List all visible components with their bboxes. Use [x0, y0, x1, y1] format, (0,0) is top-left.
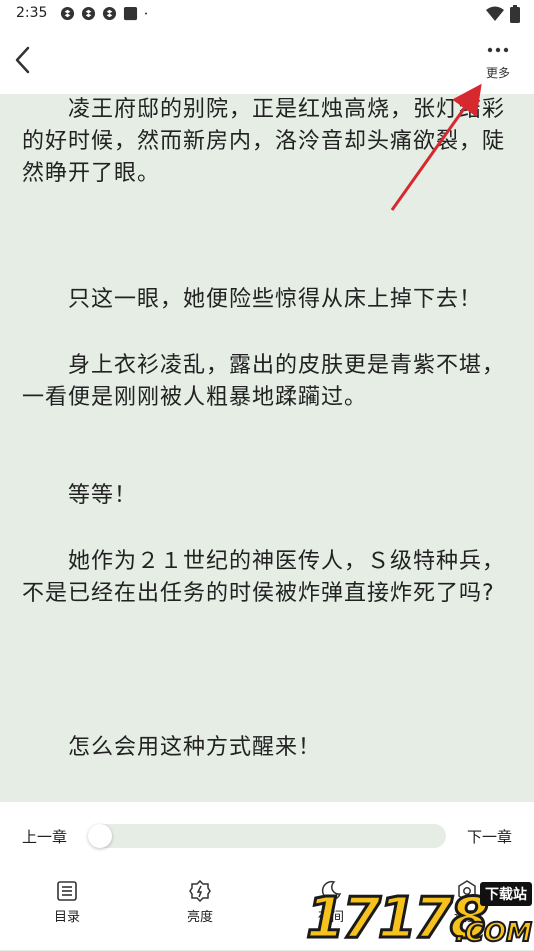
- status-bar: 2:35: [0, 0, 534, 28]
- reader-toolbar: 更多: [0, 28, 534, 94]
- paragraph: 凌王府邸的别院，正是红烛高烧，张灯结彩的好时候，然而新房内，洛泠音却头痛欲裂，陡…: [22, 97, 506, 186]
- watermark-badge: 下载站: [480, 882, 532, 906]
- chevron-left-icon: [15, 46, 30, 74]
- watermark-suffix: .COM: [454, 917, 533, 949]
- battery-icon: [510, 5, 520, 23]
- chapter-progress-slider[interactable]: [88, 824, 446, 848]
- watermark-logo: 17178 下载站 .COM: [305, 878, 533, 951]
- wifi-icon: [486, 6, 504, 21]
- brightness-icon: [189, 880, 211, 902]
- sync-icon: [102, 6, 117, 21]
- status-system-icons: [486, 5, 520, 23]
- paragraph: 她作为２１世纪的神医传人，Ｓ级特种兵，不是已经在出任务的时侯被炸弹直接炸死了吗?: [22, 549, 506, 606]
- next-chapter-button[interactable]: 下一章: [467, 826, 512, 847]
- paragraph: 身上衣衫凌乱，露出的皮肤更是青紫不堪，一看便是刚刚被人粗暴地蹂躏过。: [22, 353, 506, 410]
- paragraph: 等等！: [22, 483, 138, 508]
- sync-icon: [60, 6, 75, 21]
- back-button[interactable]: [8, 42, 40, 78]
- nav-brightness[interactable]: 亮度: [165, 880, 235, 925]
- dot-icon: [145, 12, 147, 15]
- list-icon: [57, 881, 77, 901]
- square-app-icon: [123, 6, 138, 21]
- paragraph: 只这一眼，她便险些惊得从床上掉下去！: [22, 287, 483, 312]
- progress-thumb[interactable]: [88, 824, 112, 848]
- nav-catalog[interactable]: 目录: [32, 880, 102, 925]
- more-label: 更多: [485, 66, 510, 80]
- paragraph: 怎么会用这种方式醒来！: [22, 735, 322, 760]
- nav-brightness-label: 亮度: [186, 910, 213, 925]
- nav-catalog-label: 目录: [53, 910, 80, 925]
- more-button[interactable]: 更多: [478, 38, 518, 86]
- prev-chapter-button[interactable]: 上一章: [22, 826, 67, 847]
- status-notification-icons: [60, 6, 152, 21]
- reading-content[interactable]: 凌王府邸的别院，正是红烛高烧，张灯结彩的好时候，然而新房内，洛泠音却头痛欲裂，陡…: [0, 94, 534, 802]
- status-time: 2:35: [16, 5, 48, 21]
- sync-icon: [81, 6, 96, 21]
- ellipsis-icon: [487, 47, 509, 53]
